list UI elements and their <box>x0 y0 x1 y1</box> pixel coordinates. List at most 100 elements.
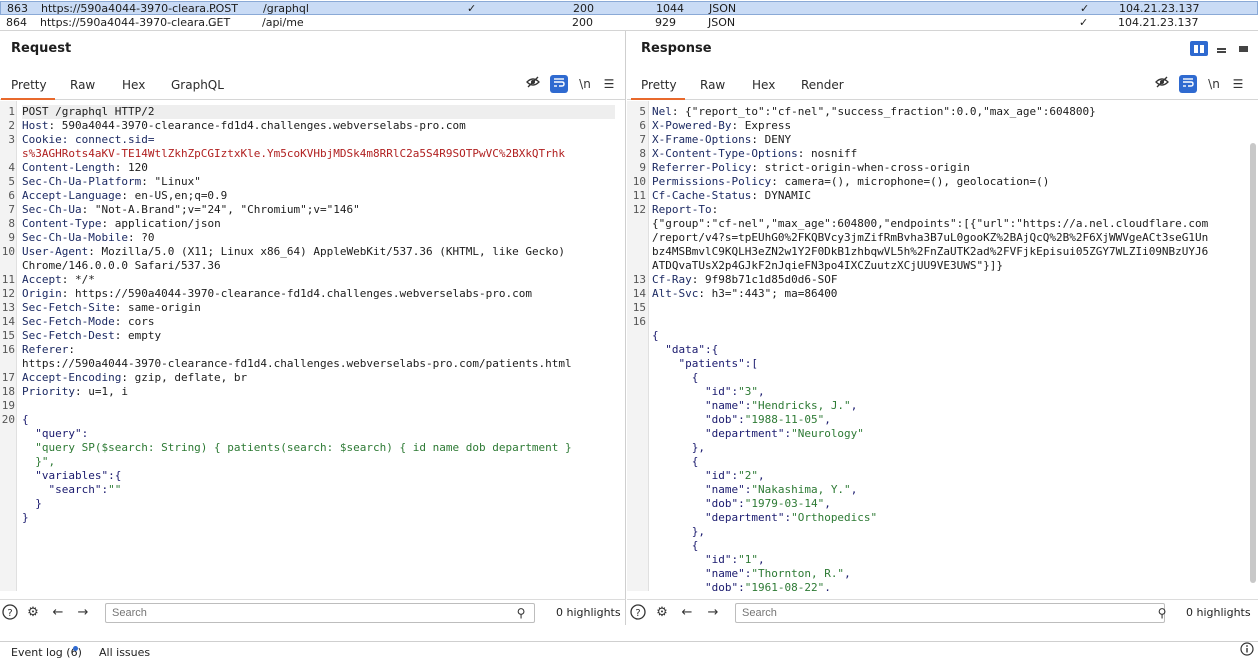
help-icon[interactable]: ? <box>629 604 647 622</box>
tab-pretty[interactable]: Pretty <box>631 78 685 100</box>
code-token: "variables":{ <box>22 469 122 482</box>
code-token: ATDQvaTUsX2p4GJkF2nJqieFN3po4IXCZuutzXCj… <box>652 259 1003 272</box>
request-title: Request <box>11 41 72 56</box>
line-number: 11 <box>1 273 15 286</box>
tab-hex[interactable]: Hex <box>122 78 145 92</box>
code-token: }", <box>22 455 56 468</box>
response-pane: Response Pretty Raw Hex Render \n ☰ 4Ser… <box>627 31 1258 599</box>
code-token: "name": <box>652 483 752 496</box>
code-token: X-Frame-Options <box>652 133 752 146</box>
code-token: Cf-Cache-Status <box>652 189 752 202</box>
line-number <box>0 455 15 469</box>
code-line: Permissions-Policy: camera=(), microphon… <box>652 175 1049 189</box>
line-number <box>627 427 646 441</box>
code-token: "patients":[ <box>652 357 758 370</box>
code-line: Content-Length: 120 <box>22 161 148 175</box>
code-token: "query SP($search: String) { patients(se… <box>22 441 572 454</box>
code-line: Cf-Ray: 9f98b71c1d85d0d6-SOF <box>652 273 837 287</box>
single-pane-icon[interactable] <box>1234 41 1252 56</box>
code-token: "Orthopedics" <box>791 511 878 524</box>
code-token: : https://590a4044-3970-clearance-fd1d4.… <box>61 287 532 300</box>
code-line: Cf-Cache-Status: DYNAMIC <box>652 189 811 203</box>
row-mime: JSON <box>709 2 737 15</box>
code-token: "dob": <box>652 413 745 426</box>
code-line: "name":"Nakashima, Y.", <box>652 483 857 497</box>
tab-raw[interactable]: Raw <box>70 78 95 92</box>
code-line: Sec-Fetch-Mode: cors <box>22 315 154 329</box>
line-number: 7 <box>639 133 646 146</box>
code-token: , <box>824 581 831 591</box>
line-number <box>627 539 646 553</box>
line-number: 10 <box>632 175 646 188</box>
line-number: 8 <box>8 217 15 230</box>
split-vertical-icon[interactable] <box>1190 41 1208 56</box>
tab-graphql[interactable]: GraphQL <box>171 78 224 92</box>
forward-arrow-icon[interactable]: → <box>704 604 722 622</box>
newline-icon[interactable]: \n <box>1205 75 1223 93</box>
code-line: { <box>652 329 659 343</box>
newline-icon[interactable]: \n <box>576 75 594 93</box>
back-arrow-icon[interactable]: ← <box>49 604 67 622</box>
code-token: , <box>757 385 765 398</box>
vertical-scrollbar[interactable] <box>1250 143 1256 583</box>
code-token: { <box>652 455 699 468</box>
code-line: Sec-Fetch-Site: same-origin <box>22 301 201 315</box>
history-row[interactable]: 864 https://590a4044-3970-cleara... GET … <box>0 16 1258 30</box>
gear-icon[interactable]: ⚙ <box>653 604 671 622</box>
event-log-link[interactable]: Event log (6) <box>11 646 82 659</box>
row-url: /graphql <box>263 2 309 15</box>
code-token: Nel <box>652 105 672 118</box>
line-number: 11 <box>632 189 646 202</box>
wrap-icon[interactable] <box>1179 75 1197 93</box>
back-arrow-icon[interactable]: ← <box>678 604 696 622</box>
code-line: "name":"Hendricks, J.", <box>652 399 857 413</box>
code-token: {"group":"cf-nel","max_age":604800,"endp… <box>652 217 1209 230</box>
code-token: { <box>22 413 29 426</box>
tab-render[interactable]: Render <box>801 78 844 92</box>
menu-icon[interactable]: ☰ <box>600 75 618 93</box>
code-token: : <box>68 343 75 356</box>
row-host: https://590a4044-3970-cleara... <box>41 2 217 15</box>
split-horizontal-icon[interactable] <box>1212 41 1230 56</box>
line-number: 5 <box>8 175 15 188</box>
eye-off-icon[interactable] <box>1153 75 1171 93</box>
code-line: { <box>652 455 699 469</box>
code-token: : "Not-A.Brand";v="24", "Chromium";v="14… <box>81 203 360 216</box>
gear-icon[interactable]: ⚙ <box>24 604 42 622</box>
code-line: ATDQvaTUsX2p4GJkF2nJqieFN3po4IXCZuutzXCj… <box>652 259 1003 273</box>
code-line: Sec-Ch-Ua: "Not-A.Brand";v="24", "Chromi… <box>22 203 360 217</box>
code-token: "dob": <box>652 497 745 510</box>
line-number: 16 <box>632 315 646 328</box>
highlights-count: 0 highlights <box>556 606 621 619</box>
code-token: : 590a4044-3970-clearance-fd1d4.challeng… <box>48 119 466 132</box>
row-status: 200 <box>572 16 593 29</box>
forward-arrow-icon[interactable]: → <box>74 604 92 622</box>
code-line: Sec-Fetch-Dest: empty <box>22 329 161 343</box>
wrap-icon[interactable] <box>550 75 568 93</box>
response-editor[interactable]: 4Server: cloudflare5Nel: {"report_to":"c… <box>627 101 1258 591</box>
row-method: GET <box>208 16 231 29</box>
eye-off-icon[interactable] <box>524 75 542 93</box>
search-input[interactable] <box>735 603 1165 623</box>
line-number: 5 <box>639 105 646 118</box>
request-editor[interactable]: 1 POST /graphql HTTP/2 2 Host: 590a4044-397… <box>0 101 625 591</box>
line-number: 6 <box>639 119 646 132</box>
all-issues-link[interactable]: All issues <box>99 646 150 659</box>
response-tabs: Pretty Raw Hex Render \n ☰ <box>627 69 1258 100</box>
code-line: Referrer-Policy: strict-origin-when-cros… <box>652 161 970 175</box>
code-token: "department": <box>652 427 792 440</box>
line-number <box>627 217 646 231</box>
history-row[interactable]: 863 https://590a4044-3970-cleara... POST… <box>0 1 1258 15</box>
code-token: Sec-Fetch-Mode <box>22 315 115 328</box>
tab-hex[interactable]: Hex <box>752 78 775 92</box>
tab-raw[interactable]: Raw <box>700 78 725 92</box>
info-icon[interactable] <box>1238 642 1256 660</box>
code-line: "search":"" <box>22 483 121 497</box>
menu-icon[interactable]: ☰ <box>1229 75 1247 93</box>
tab-pretty[interactable]: Pretty <box>1 78 55 100</box>
search-input[interactable] <box>105 603 535 623</box>
code-line: Referer: <box>22 343 75 357</box>
line-number <box>627 455 646 469</box>
help-icon[interactable]: ? <box>1 604 19 622</box>
code-token: X-Powered-By <box>652 119 732 132</box>
